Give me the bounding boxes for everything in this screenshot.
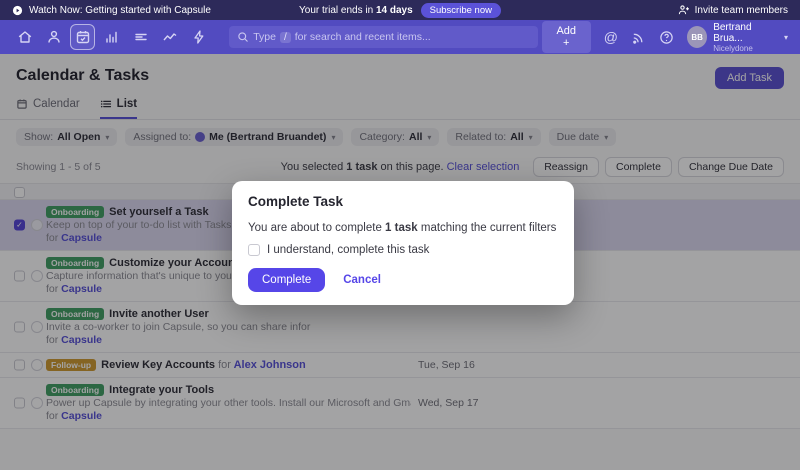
invite-team-members-button[interactable]: Invite team members [501,4,788,16]
broadcast-icon[interactable] [631,30,646,45]
watch-now-link[interactable]: Watch Now: Getting started with Capsule [29,5,211,16]
modal-cancel-link[interactable]: Cancel [343,274,381,286]
user-menu[interactable]: BB Bertrand Brua... Nicelydone ▾ [687,22,788,53]
understand-checkbox-row[interactable]: I understand, complete this task [248,244,558,256]
play-icon [12,5,23,16]
main-navbar: Type / for search and recent items... Ad… [0,20,800,54]
modal-title: Complete Task [248,194,558,209]
modal-complete-button[interactable]: Complete [248,268,325,292]
understand-label: I understand, complete this task [267,244,429,256]
help-icon[interactable] [659,30,674,45]
automation-zap-icon[interactable] [186,24,211,50]
trial-banner: Watch Now: Getting started with Capsule … [0,0,800,20]
home-icon[interactable] [12,24,37,50]
invite-user-icon [678,4,690,16]
chevron-down-icon: ▾ [784,33,788,42]
trial-countdown: Your trial ends in 14 days [299,5,413,16]
user-org: Nicelydone [713,44,778,53]
people-icon[interactable] [41,24,66,50]
bar-chart-icon[interactable] [99,24,124,50]
subscribe-now-button[interactable]: Subscribe now [421,3,501,18]
user-avatar: BB [687,26,707,48]
pipeline-list-icon[interactable] [128,24,153,50]
slash-key-hint: / [280,32,291,43]
search-input[interactable]: Type / for search and recent items... [229,26,538,48]
add-button[interactable]: Add + [542,21,591,53]
trend-icon[interactable] [157,24,182,50]
calendar-tasks-icon[interactable] [70,24,95,50]
user-name: Bertrand Brua... [713,22,778,44]
understand-checkbox[interactable] [248,244,260,256]
complete-task-modal: Complete Task You are about to complete … [232,181,574,305]
modal-body: You are about to complete 1 task matchin… [248,222,558,234]
main-content: Calendar & Tasks Add Task CalendarList S… [0,54,800,470]
search-icon [237,31,249,43]
mentions-icon[interactable]: @ [604,29,618,45]
